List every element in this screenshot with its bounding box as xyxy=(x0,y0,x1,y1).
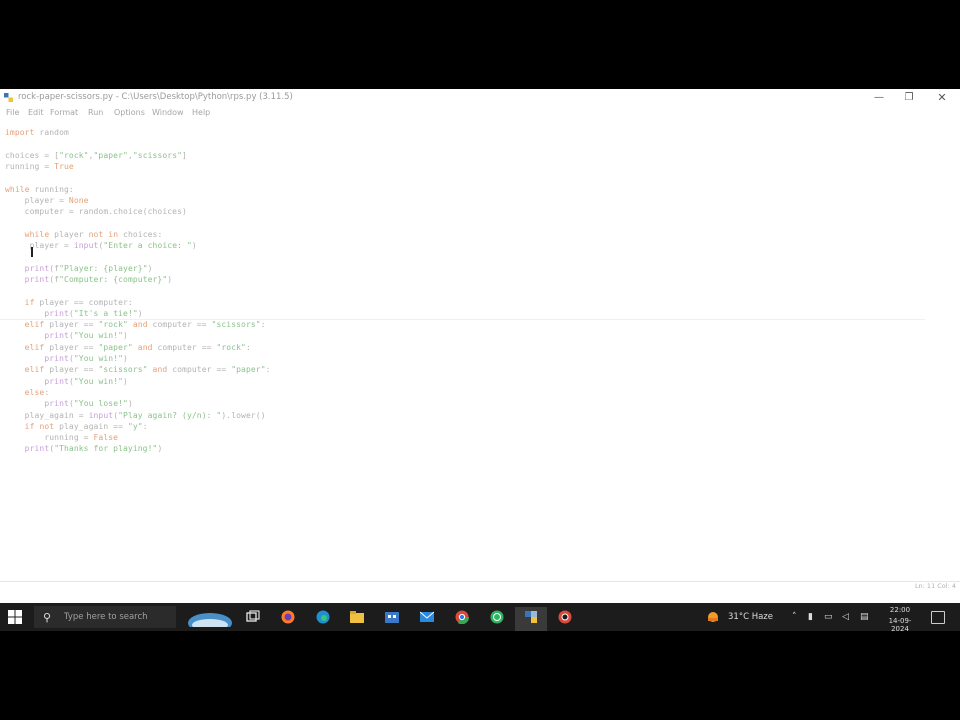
code-line: player = input("Enter a choice: ") xyxy=(5,241,197,250)
microphone-icon[interactable]: ▮ xyxy=(808,612,813,622)
code-line: running = True xyxy=(5,161,74,171)
code-line: print("You lose!") xyxy=(44,399,133,409)
code-line: print("You win!") xyxy=(44,354,128,363)
menu-run[interactable]: Run xyxy=(88,108,103,117)
search-box[interactable]: ⚲ Type here to search xyxy=(34,606,176,628)
minimize-button[interactable]: — xyxy=(868,91,890,105)
menu-options[interactable]: Options xyxy=(114,108,145,117)
code-line: else: xyxy=(24,387,50,397)
clock-date[interactable]: 14-09-2024 xyxy=(880,617,920,631)
code-line: player = None xyxy=(5,195,89,205)
close-button[interactable]: ✕ xyxy=(931,91,953,105)
code-line: computer = random.choice(choices) xyxy=(5,207,187,217)
notification-icon[interactable] xyxy=(931,611,945,624)
code-line: elif player == "rock" and computer == "s… xyxy=(24,320,266,330)
menu-edit[interactable]: Edit xyxy=(28,108,44,117)
menu-file[interactable]: File xyxy=(6,108,19,117)
window-title: rock-paper-scissors.py - C:\Users\Deskto… xyxy=(18,92,293,102)
code-line: elif player == "paper" and computer == "… xyxy=(24,342,251,352)
taskbar: ⚲ Type here to search 31°C Haze ˄ ▮ ▭ ◁ … xyxy=(0,603,960,631)
code-line: while player not in choices: xyxy=(24,229,163,239)
code-editor[interactable]: import random choices = ["rock","paper","… xyxy=(0,123,960,581)
text-cursor xyxy=(31,247,33,257)
menu-bar: File Edit Format Run Options Window Help xyxy=(0,107,960,121)
code-line: import random xyxy=(5,128,69,137)
edge-icon[interactable] xyxy=(316,610,330,624)
code-line: print("It's a tie!") xyxy=(44,308,143,318)
menu-format[interactable]: Format xyxy=(50,108,78,117)
python-idle-taskbar-icon[interactable] xyxy=(524,610,538,624)
volume-icon[interactable]: ◁ xyxy=(842,612,849,622)
screen: rock-paper-scissors.py - C:\Users\Deskto… xyxy=(0,89,960,631)
whatsapp-icon[interactable] xyxy=(490,610,504,624)
code-line: print(f"Computer: {computer}") xyxy=(24,274,173,284)
code-line: running = False xyxy=(5,433,119,443)
weather-text[interactable]: 31°C Haze xyxy=(728,612,773,622)
language-icon[interactable]: ▤ xyxy=(860,612,869,622)
code-line: while running: xyxy=(5,184,74,194)
mail-icon[interactable] xyxy=(420,610,434,624)
code-line: print("You win!") xyxy=(44,376,128,386)
python-idle-icon xyxy=(4,93,13,102)
clock-time[interactable]: 22:00 xyxy=(880,606,920,614)
code-line: if player == computer: xyxy=(24,297,133,307)
code-line: play_again = input("Play again? (y/n): "… xyxy=(5,410,266,420)
code-line: choices = ["rock","paper","scissors"] xyxy=(5,150,187,160)
search-icon: ⚲ xyxy=(43,611,52,624)
title-bar[interactable]: rock-paper-scissors.py - C:\Users\Deskto… xyxy=(0,89,960,107)
store-icon[interactable] xyxy=(385,610,399,624)
code-line: if not play_again == "y": xyxy=(24,421,148,431)
search-placeholder: Type here to search xyxy=(64,612,148,622)
chrome-icon[interactable] xyxy=(455,610,469,624)
task-view-icon[interactable] xyxy=(246,610,260,624)
menu-help[interactable]: Help xyxy=(192,108,210,117)
code-line: print(f"Player: {player}") xyxy=(24,263,153,273)
maximize-button[interactable]: ❐ xyxy=(898,91,920,105)
firefox-icon[interactable] xyxy=(281,610,295,624)
windows-start-icon[interactable] xyxy=(8,610,22,624)
network-icon[interactable]: ▭ xyxy=(824,612,833,622)
weather-icon[interactable] xyxy=(706,611,720,623)
menu-window[interactable]: Window xyxy=(152,108,184,117)
code-line: elif player == "scissors" and computer =… xyxy=(24,365,271,375)
cursor-position: Ln: 11 Col: 4 xyxy=(914,582,956,590)
chevron-up-icon[interactable]: ˄ xyxy=(792,612,797,622)
code-line: print("Thanks for playing!") xyxy=(24,444,163,454)
file-explorer-icon[interactable] xyxy=(350,610,364,624)
chrome-alt-icon[interactable] xyxy=(558,610,572,624)
news-widget-icon[interactable] xyxy=(186,607,234,627)
code-line: print("You win!") xyxy=(44,331,128,341)
status-bar: Ln: 11 Col: 4 xyxy=(0,581,960,592)
